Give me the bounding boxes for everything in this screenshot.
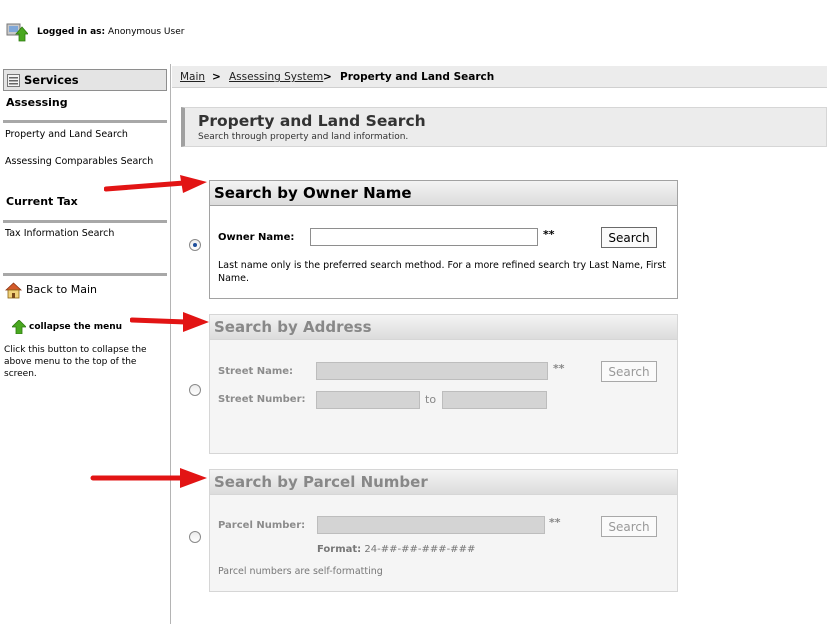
parcel-search-panel: Search by Parcel Number Parcel Number: *… — [209, 469, 678, 592]
page-title: Property and Land Search — [198, 112, 426, 130]
sidebar-divider — [3, 273, 167, 276]
required-mark: ** — [553, 362, 565, 375]
parcel-search-header: Search by Parcel Number — [209, 469, 678, 495]
owner-search-title: Search by Owner Name — [214, 184, 412, 202]
red-arrow-icon — [104, 175, 207, 193]
services-header[interactable]: Services — [3, 69, 167, 91]
services-label: Services — [24, 73, 79, 87]
address-search-panel: Search by Address Street Name: ** Search… — [209, 314, 678, 454]
red-arrow-icon — [130, 312, 209, 332]
sidebar-link-assessing-comparables[interactable]: Assessing Comparables Search — [5, 156, 153, 167]
address-search-radio[interactable] — [189, 384, 201, 396]
owner-search-panel: Search by Owner Name Owner Name: ** Sear… — [209, 180, 678, 299]
breadcrumb-main[interactable]: Main — [180, 71, 205, 83]
user-upload-icon — [6, 23, 28, 42]
sidebar-divider — [3, 120, 167, 123]
page-title-box: Property and Land Search Search through … — [181, 107, 827, 147]
address-search-header: Search by Address — [209, 314, 678, 340]
assessing-section-title: Assessing — [6, 96, 68, 109]
street-number-to-input[interactable] — [442, 391, 547, 409]
parcel-search-radio[interactable] — [189, 531, 201, 543]
sidebar-link-tax-information[interactable]: Tax Information Search — [5, 228, 114, 239]
parcel-format-value: 24-##-##-###-### — [364, 544, 476, 555]
owner-name-label: Owner Name: — [218, 232, 295, 243]
address-search-button[interactable]: Search — [601, 361, 657, 382]
street-number-label: Street Number: — [218, 394, 306, 405]
parcel-search-note: Parcel numbers are self-formatting — [218, 566, 383, 577]
up-arrow-icon — [12, 320, 26, 334]
breadcrumb-separator: > — [323, 71, 332, 83]
owner-search-note: Last name only is the preferred search m… — [218, 260, 666, 284]
street-name-label: Street Name: — [218, 366, 294, 377]
street-name-input[interactable] — [316, 362, 548, 380]
back-to-main-label: Back to Main — [26, 283, 98, 296]
parcel-search-button[interactable]: Search — [601, 516, 657, 537]
owner-name-input[interactable] — [310, 228, 538, 246]
parcel-search-body: Parcel Number: ** Search Format: 24-##-#… — [209, 495, 678, 592]
current-tax-section-title: Current Tax — [6, 195, 78, 208]
required-mark: ** — [543, 228, 555, 241]
collapse-menu-label: collapse the menu — [29, 322, 123, 332]
collapse-help-text: Click this button to collapse the above … — [4, 345, 147, 379]
parcel-number-input[interactable] — [317, 516, 545, 534]
logged-in-label: Logged in as: — [37, 27, 106, 37]
address-search-body: Street Name: ** Search Street Number: to — [209, 340, 678, 454]
owner-search-button[interactable]: Search — [601, 227, 657, 248]
owner-search-header: Search by Owner Name — [209, 180, 678, 206]
parcel-number-label: Parcel Number: — [218, 520, 306, 531]
street-number-from-input[interactable] — [316, 391, 420, 409]
top-bar: Logged in as: Anonymous User — [0, 0, 827, 64]
breadcrumb-separator: > — [212, 71, 221, 83]
services-icon — [7, 74, 20, 87]
parcel-format-label: Format: — [317, 544, 362, 555]
sidebar-divider — [3, 220, 167, 223]
address-search-title: Search by Address — [214, 318, 372, 336]
street-number-to-label: to — [425, 393, 437, 406]
sidebar-link-property-land-search[interactable]: Property and Land Search — [5, 129, 128, 140]
parcel-search-title: Search by Parcel Number — [214, 473, 428, 491]
owner-search-radio[interactable] — [189, 239, 201, 251]
breadcrumb-assessing-system[interactable]: Assessing System — [229, 71, 323, 83]
red-arrow-icon — [90, 468, 207, 488]
home-icon — [5, 282, 22, 299]
page-subtitle: Search through property and land informa… — [198, 132, 409, 142]
required-mark: ** — [549, 516, 561, 529]
breadcrumb: Main > Assessing System > Property and L… — [172, 66, 827, 88]
owner-search-body: Owner Name: ** Search Last name only is … — [209, 206, 678, 299]
logged-in-user: Anonymous User — [108, 27, 185, 37]
sidebar: Services Assessing Property and Land Sea… — [0, 64, 171, 624]
breadcrumb-current: Property and Land Search — [340, 71, 495, 83]
parcel-format-hint: Format: 24-##-##-###-### — [317, 544, 475, 555]
